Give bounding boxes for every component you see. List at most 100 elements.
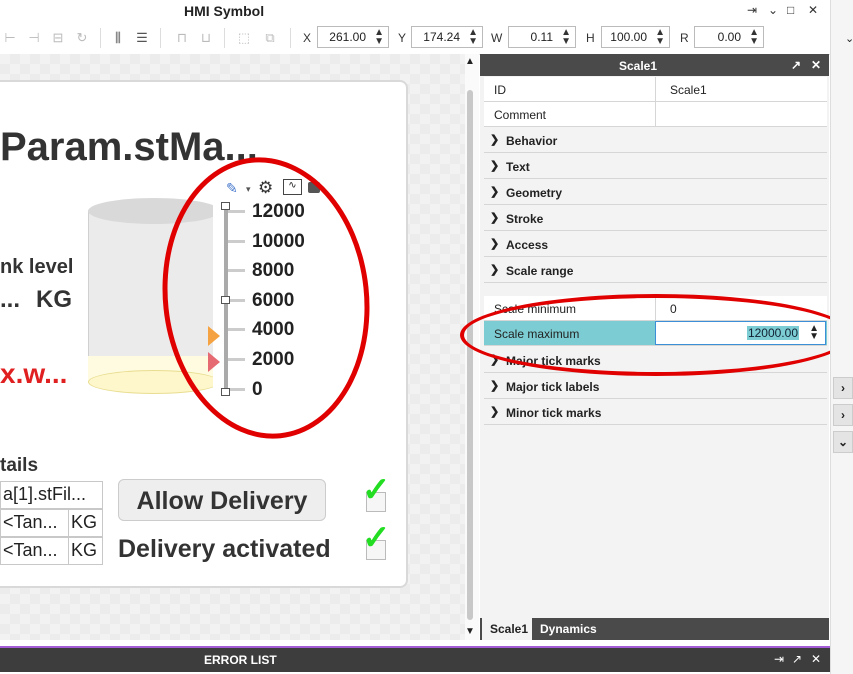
delivery-activated-label: Delivery activated	[118, 535, 331, 563]
w-label: W	[491, 31, 503, 45]
tank-value[interactable]: ...	[0, 286, 20, 314]
ungroup-icon[interactable]: ⧉	[262, 30, 278, 46]
chevron-right-icon: ❯	[490, 238, 500, 250]
w-field[interactable]: 0.11 ▲ ▼	[508, 26, 576, 48]
window-title: HMI Symbol	[184, 3, 265, 19]
group-label: Stroke	[506, 212, 544, 226]
align-left-icon[interactable]: ⊢	[2, 30, 18, 46]
x-field[interactable]: 261.00 ▲ ▼	[317, 26, 389, 48]
error-list-bar[interactable]: ERROR LIST ⇥ ↗ ✕	[0, 646, 830, 672]
prop-key: ID	[494, 83, 506, 97]
w-stepper-icon[interactable]: ▲ ▼	[561, 28, 571, 47]
group-label: Scale range	[506, 264, 574, 278]
error-list-title: ERROR LIST	[204, 653, 277, 667]
w-value: 0.11	[530, 30, 553, 44]
red-status-text[interactable]: x.w...	[0, 358, 67, 390]
annotation-oval-scale-max	[460, 294, 852, 376]
x-label: X	[303, 31, 312, 45]
y-label: Y	[398, 31, 407, 45]
maximize-icon[interactable]: □	[787, 3, 794, 17]
y-stepper-icon[interactable]: ▲ ▼	[468, 28, 478, 47]
prop-row-id[interactable]: ID Scale1	[484, 77, 827, 102]
chevron-right-icon: ❯	[490, 186, 500, 198]
group-minor-ticks[interactable]: ❯ Minor tick marks	[484, 399, 827, 425]
table-cell[interactable]: <Tan...	[0, 537, 69, 565]
table-cell[interactable]: a[1].stFil...	[0, 481, 103, 509]
align-center-icon[interactable]: ⊣	[26, 30, 42, 46]
prop-value[interactable]: Scale1	[670, 83, 707, 97]
check-icon: ✓	[362, 471, 391, 509]
group-label: Access	[506, 238, 549, 252]
scroll-down-icon[interactable]: ▼	[465, 626, 475, 637]
allow-delivery-button[interactable]: Allow Delivery	[118, 479, 326, 521]
y-field[interactable]: 174.24 ▲ ▼	[411, 26, 483, 48]
r-stepper-icon[interactable]: ▲ ▼	[749, 28, 759, 47]
properties-header: Scale1 ↗ ✕	[480, 54, 829, 76]
toolbar: ⊢ ⊣ ⊟ ↻ ⫼ ☰ ⊓ ⊔ ⬚ ⧉ X 261.00 ▲ ▼ Y 174.24…	[0, 22, 835, 55]
details-label: tails	[0, 455, 39, 476]
close-icon[interactable]: ✕	[811, 652, 821, 666]
prop-key: Comment	[494, 108, 547, 122]
group-label: Minor tick marks	[506, 406, 602, 420]
y-value: 174.24	[423, 30, 460, 44]
panel-close-icon[interactable]: ✕	[811, 58, 821, 72]
group-label: Behavior	[506, 134, 558, 148]
h-label: H	[586, 31, 595, 45]
popout-icon[interactable]: ↗	[792, 652, 802, 666]
scroll-up-icon[interactable]: ▲	[465, 56, 475, 67]
close-icon[interactable]: ✕	[808, 3, 818, 17]
group-label: Geometry	[506, 186, 563, 200]
group-label: Major tick labels	[506, 380, 600, 394]
chevron-down-icon[interactable]: ⌄	[845, 32, 853, 45]
tank-unit[interactable]: KG	[36, 286, 72, 314]
distribute-v-icon[interactable]: ☰	[134, 30, 150, 46]
r-value: 0.00	[717, 30, 741, 44]
table-cell[interactable]: KG	[68, 509, 103, 537]
scrollbar-thumb[interactable]	[467, 90, 473, 620]
chevron-right-icon: ❯	[490, 160, 500, 172]
group-label: Text	[506, 160, 530, 174]
group-text[interactable]: ❯ Text	[484, 153, 827, 179]
title-bar: HMI Symbol ⇥ ⌄ □ ✕	[0, 0, 835, 22]
rotate-icon[interactable]: ↻	[74, 30, 90, 46]
r-label: R	[680, 31, 689, 45]
expand-right-icon[interactable]: ›	[833, 377, 853, 399]
group-scale-range[interactable]: ❯ Scale range	[484, 257, 827, 283]
group-behavior[interactable]: ❯ Behavior	[484, 127, 827, 153]
properties-title: Scale1	[619, 59, 658, 73]
align-right-icon[interactable]: ⊟	[50, 30, 66, 46]
x-stepper-icon[interactable]: ▲ ▼	[374, 28, 384, 47]
chevron-down-icon: ❯	[490, 264, 500, 276]
dropdown-icon[interactable]: ⌄	[768, 3, 778, 17]
tank-level-label[interactable]: nk level	[0, 256, 73, 279]
table-cell[interactable]: KG	[68, 537, 103, 565]
distribute-h-icon[interactable]: ⫼	[110, 30, 126, 46]
param-title-text[interactable]: Param.stMa...	[0, 125, 258, 170]
h-field[interactable]: 100.00 ▲ ▼	[601, 26, 670, 48]
group-access[interactable]: ❯ Access	[484, 231, 827, 257]
chevron-right-icon: ❯	[490, 380, 500, 392]
h-stepper-icon[interactable]: ▲ ▼	[655, 28, 665, 47]
tab-scale1[interactable]: Scale1	[482, 618, 537, 640]
tab-dynamics[interactable]: Dynamics	[532, 618, 605, 640]
table-cell[interactable]: <Tan...	[0, 509, 69, 537]
same-height-icon[interactable]: ⊔	[198, 30, 214, 46]
group-geometry[interactable]: ❯ Geometry	[484, 179, 827, 205]
chevron-right-icon: ❯	[490, 406, 500, 418]
expand-right-icon[interactable]: ›	[833, 404, 853, 426]
side-strip	[830, 0, 853, 674]
same-width-icon[interactable]: ⊓	[174, 30, 190, 46]
popout-icon[interactable]: ↗	[791, 58, 801, 72]
check-icon: ✓	[362, 519, 391, 557]
expand-down-icon[interactable]: ⌄	[833, 431, 853, 453]
pin-icon[interactable]: ⇥	[747, 3, 757, 17]
properties-tabs: Scale1 Dynamics	[480, 618, 829, 640]
group-major-labels[interactable]: ❯ Major tick labels	[484, 373, 827, 399]
r-field[interactable]: 0.00 ▲ ▼	[694, 26, 764, 48]
h-value: 100.00	[610, 30, 647, 44]
pin-icon[interactable]: ⇥	[774, 652, 784, 666]
group-icon[interactable]: ⬚	[236, 30, 252, 46]
prop-row-comment[interactable]: Comment	[484, 102, 827, 127]
chevron-right-icon: ❯	[490, 212, 500, 224]
group-stroke[interactable]: ❯ Stroke	[484, 205, 827, 231]
